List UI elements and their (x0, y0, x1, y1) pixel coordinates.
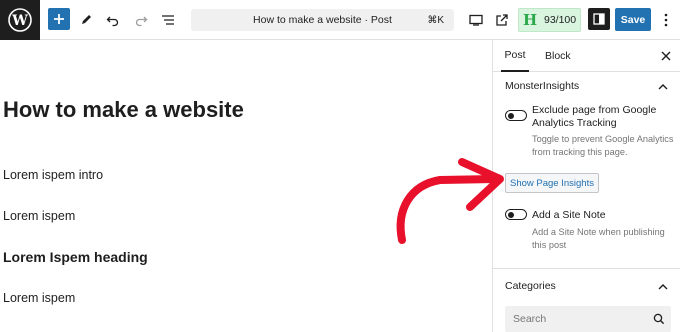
tab-block[interactable]: Block (545, 40, 571, 72)
top-toolbar: W How to make a website · Post ⌘K H 93/1… (0, 0, 680, 40)
redo-icon[interactable] (129, 8, 153, 32)
undo-icon[interactable] (101, 8, 125, 32)
categories-panel-title[interactable]: Categories (505, 280, 556, 292)
more-vertical-icon[interactable] (654, 8, 678, 32)
close-icon[interactable] (660, 50, 672, 62)
document-title-bar[interactable]: How to make a website · Post ⌘K (191, 9, 454, 31)
svg-text:W: W (11, 13, 28, 29)
categories-search-input[interactable] (505, 306, 671, 332)
plus-icon[interactable] (48, 8, 70, 30)
score-logo: H (523, 11, 538, 29)
site-note-label: Add a Site Note (532, 209, 606, 221)
settings-sidebar: Post Block MonsterInsights Exclude page … (492, 40, 680, 332)
post-title[interactable]: How to make a website (3, 97, 244, 123)
exclude-tracking-label: Exclude page from Google Analytics Track… (532, 104, 657, 129)
heading-block[interactable]: Lorem Ispem heading (3, 249, 148, 265)
headline-score-badge[interactable]: H 93/100 (518, 8, 581, 32)
list-view-icon[interactable] (156, 8, 180, 32)
exclude-tracking-help: Toggle to prevent Google Analytics from … (532, 134, 674, 157)
tab-post[interactable]: Post (501, 40, 529, 72)
chevron-up-icon[interactable] (658, 283, 668, 290)
paragraph-block[interactable]: Lorem ispem (3, 209, 75, 223)
exclude-tracking-toggle[interactable] (505, 110, 527, 121)
search-icon (653, 313, 665, 325)
pencil-icon[interactable] (74, 8, 98, 32)
paragraph-block[interactable]: Lorem ispem (3, 291, 75, 305)
document-title: How to make a website · Post (253, 14, 392, 26)
sidebar-icon[interactable] (588, 8, 610, 30)
site-note-toggle[interactable] (505, 209, 527, 220)
score-value: 93/100 (544, 14, 577, 26)
editor-window: W How to make a website · Post ⌘K H 93/1… (0, 0, 680, 332)
chevron-up-icon[interactable] (658, 83, 668, 90)
paragraph-block[interactable]: Lorem ispem intro (3, 168, 103, 182)
sidebar-tabs: Post Block (493, 40, 680, 72)
panel-divider (493, 268, 680, 269)
external-link-icon[interactable] (490, 8, 514, 32)
command-shortcut: ⌘K (427, 14, 444, 26)
save-button[interactable]: Save (615, 8, 651, 31)
monsterinsights-panel-title[interactable]: MonsterInsights (505, 80, 579, 92)
desktop-icon[interactable] (464, 8, 488, 32)
site-note-help: Add a Site Note when publishing this pos… (532, 227, 665, 250)
editor-canvas[interactable]: How to make a website Lorem ispem intro … (0, 41, 492, 332)
show-page-insights-button[interactable]: Show Page Insights (505, 173, 599, 193)
wordpress-logo-icon[interactable]: W (0, 0, 40, 40)
